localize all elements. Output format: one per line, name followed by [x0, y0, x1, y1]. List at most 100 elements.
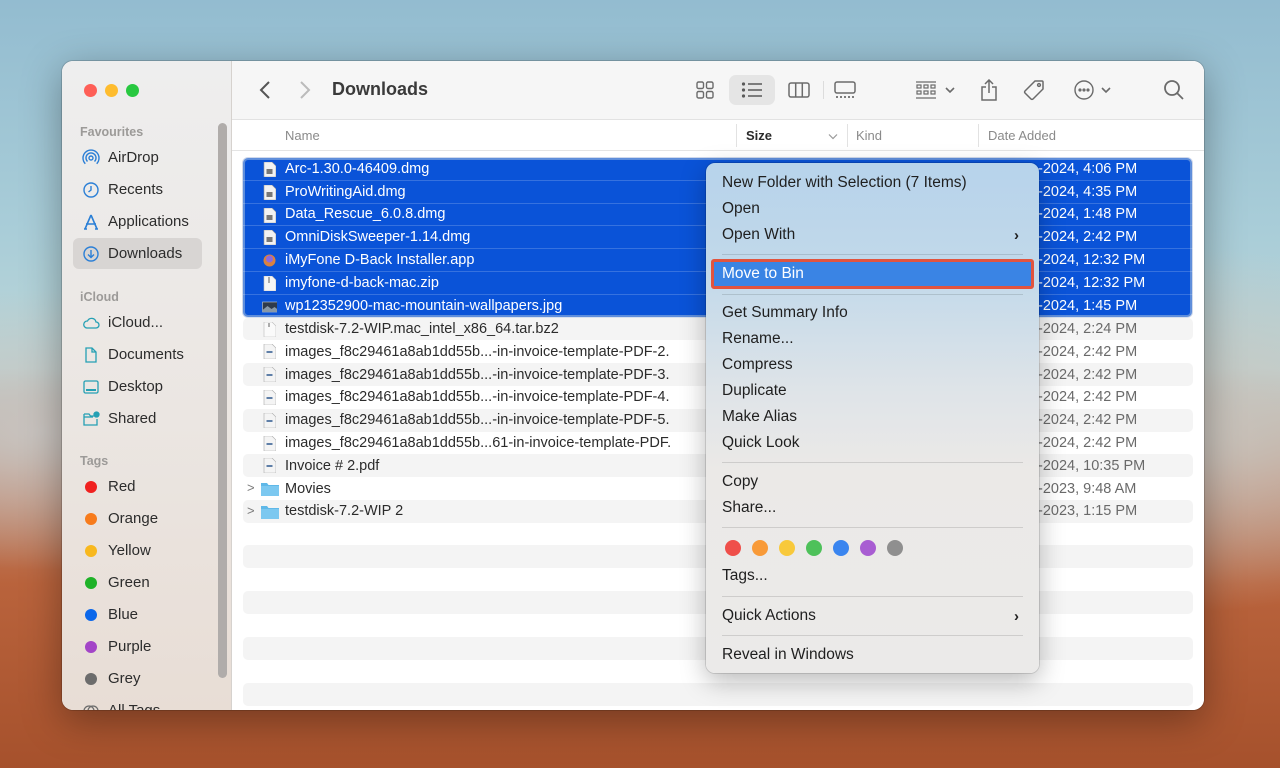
menu-item-open-with[interactable]: Open With ›	[722, 223, 1023, 247]
menu-item-label: Move to Bin	[722, 265, 804, 282]
menu-item-quick-actions[interactable]: Quick Actions ›	[722, 604, 1023, 628]
menu-item-duplicate[interactable]: Duplicate	[722, 379, 1023, 403]
menu-item-compress[interactable]: Compress	[722, 353, 1023, 377]
tag-color-dot[interactable]	[779, 540, 795, 556]
sidebar-item-icloud-drive[interactable]: iCloud...	[73, 307, 202, 338]
menu-item-label: Open With	[722, 226, 796, 243]
sidebar-item-label: Grey	[108, 670, 141, 687]
tag-color-dot[interactable]	[752, 540, 768, 556]
column-kind[interactable]: Kind	[856, 128, 882, 143]
gallery-view-button[interactable]	[830, 75, 860, 105]
tag-color-dot[interactable]	[725, 540, 741, 556]
sidebar-item-label: Documents	[108, 346, 184, 363]
column-separator[interactable]	[847, 124, 848, 147]
sidebar-item-recents[interactable]: Recents	[73, 174, 202, 205]
column-view-button[interactable]	[784, 75, 814, 105]
menu-item-reveal-in-windows[interactable]: Reveal in Windows	[722, 643, 1023, 667]
icon-view-button[interactable]	[690, 75, 720, 105]
sidebar-scrollbar[interactable]	[218, 123, 227, 678]
file-name: ProWritingAid.dmg	[285, 183, 406, 200]
menu-separator	[722, 254, 1023, 255]
back-button[interactable]	[254, 75, 276, 105]
menu-item-tags[interactable]: Tags...	[722, 564, 1023, 588]
menu-item-share[interactable]: Share...	[722, 496, 1023, 520]
menu-item-open[interactable]: Open	[722, 197, 1023, 221]
tag-color-dot[interactable]	[833, 540, 849, 556]
sidebar-item-documents[interactable]: Documents	[73, 339, 202, 370]
forward-button[interactable]	[294, 75, 316, 105]
menu-item-rename[interactable]: Rename...	[722, 327, 1023, 351]
sidebar-item-shared[interactable]: Shared	[73, 403, 202, 434]
close-window-button[interactable]	[84, 84, 97, 97]
sidebar-item-label: Green	[108, 574, 150, 591]
columns-icon	[788, 82, 810, 98]
disk-image-icon	[263, 184, 276, 200]
sidebar-tag-yellow[interactable]: Yellow	[73, 535, 202, 566]
menu-item-make-alias[interactable]: Make Alias	[722, 405, 1023, 429]
orange-tag-dot-icon	[85, 512, 97, 525]
tag-color-dot[interactable]	[887, 540, 903, 556]
sidebar-section-icloud: iCloud	[80, 290, 119, 304]
file-date-added: -2024, 2:42 PM	[1038, 229, 1138, 246]
file-name: wp12352900-mac-mountain-wallpapers.jpg	[285, 297, 563, 314]
sidebar-tag-purple[interactable]: Purple	[73, 631, 202, 662]
desktop-icon	[82, 378, 100, 396]
sidebar-item-airdrop[interactable]: AirDrop	[73, 142, 202, 173]
sidebar-item-desktop[interactable]: Desktop	[73, 371, 202, 402]
pdf-file-icon	[263, 367, 276, 383]
sidebar-item-label: All Tags...	[108, 702, 173, 710]
file-date-added: -2024, 2:42 PM	[1038, 412, 1138, 429]
menu-separator	[722, 635, 1023, 636]
zoom-window-button[interactable]	[126, 84, 139, 97]
file-date-added: -2024, 2:42 PM	[1038, 389, 1138, 406]
sidebar-item-downloads[interactable]: Downloads	[73, 238, 202, 269]
menu-item-copy[interactable]: Copy	[722, 470, 1023, 494]
minimize-window-button[interactable]	[105, 84, 118, 97]
file-date-added: -2024, 2:42 PM	[1038, 366, 1138, 383]
sidebar-tag-grey[interactable]: Grey	[73, 663, 202, 694]
sidebar-item-label: Blue	[108, 606, 139, 623]
menu-item-new-folder-with-selection[interactable]: New Folder with Selection (7 Items)	[722, 171, 1023, 195]
list-view-button[interactable]	[729, 75, 775, 105]
grey-tag-dot-icon	[85, 672, 97, 685]
sidebar-item-applications[interactable]: Applications	[73, 206, 202, 237]
disclosure-triangle-icon[interactable]: >	[247, 503, 255, 518]
column-separator[interactable]	[736, 124, 737, 147]
file-name: Data_Rescue_6.0.8.dmg	[285, 206, 446, 223]
file-date-added: -2024, 2:42 PM	[1038, 343, 1138, 360]
sidebar-tag-red[interactable]: Red	[73, 471, 202, 502]
disclosure-triangle-icon[interactable]: >	[247, 480, 255, 495]
sort-descending-icon	[828, 134, 838, 140]
tag-button[interactable]	[1021, 75, 1047, 105]
menu-item-move-to-bin[interactable]: Move to Bin	[711, 259, 1034, 289]
sidebar-item-label: Downloads	[108, 245, 183, 262]
tag-color-dot[interactable]	[806, 540, 822, 556]
pdf-file-icon	[263, 458, 276, 474]
menu-item-quick-look[interactable]: Quick Look	[722, 431, 1023, 455]
column-separator[interactable]	[978, 124, 979, 147]
share-button[interactable]	[977, 75, 1001, 105]
column-name[interactable]: Name	[285, 128, 320, 143]
ellipsis-circle-icon	[1074, 80, 1094, 100]
applications-icon	[82, 213, 100, 231]
file-date-added: -2024, 2:42 PM	[1038, 434, 1138, 451]
sidebar-item-label: Purple	[108, 638, 152, 655]
folder-title: Downloads	[332, 79, 429, 99]
column-date-added[interactable]: Date Added	[988, 128, 1056, 143]
more-actions-button[interactable]	[1070, 75, 1114, 105]
empty-row	[243, 683, 1193, 706]
sidebar-tag-orange[interactable]: Orange	[73, 503, 202, 534]
sidebar-all-tags[interactable]: All Tags...	[73, 695, 202, 710]
search-button[interactable]	[1162, 75, 1186, 105]
group-by-button[interactable]	[912, 75, 958, 105]
sidebar-tag-blue[interactable]: Blue	[73, 599, 202, 630]
blue-tag-dot-icon	[85, 608, 97, 621]
disk-image-icon	[263, 230, 276, 246]
sidebar-item-label: Applications	[108, 213, 189, 230]
tag-color-dot[interactable]	[860, 540, 876, 556]
menu-item-get-summary-info[interactable]: Get Summary Info	[722, 301, 1023, 325]
sidebar-tag-green[interactable]: Green	[73, 567, 202, 598]
sidebar-item-label: Recents	[108, 181, 164, 198]
column-size[interactable]: Size	[746, 128, 772, 143]
file-date-added: -2024, 2:24 PM	[1038, 320, 1138, 337]
